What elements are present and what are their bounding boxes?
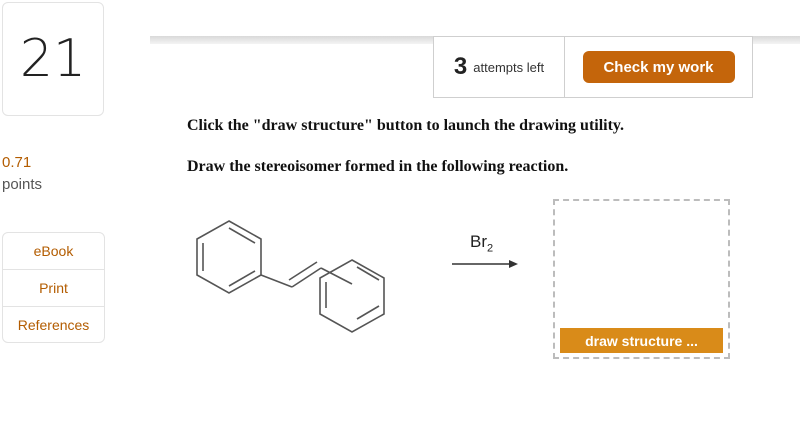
instruction-draw: Draw the stereoisomer formed in the foll… [187, 158, 569, 175]
right-benzene-ring [319, 259, 385, 333]
print-link[interactable]: Print [3, 270, 104, 307]
stilbene-structure [196, 220, 385, 333]
ebook-link[interactable]: eBook [3, 233, 104, 270]
double-bond [291, 267, 322, 288]
points-value: 0.71 [2, 154, 32, 171]
attempts-panel: 3 attempts left [433, 36, 565, 98]
left-benzene-ring [196, 220, 262, 294]
attempts-label: attempts left [473, 59, 545, 75]
bond [260, 274, 293, 288]
right-arrow-icon [452, 260, 518, 268]
instruction-launch: Click the "draw structure" button to lau… [187, 117, 625, 134]
question-number: 21 [2, 2, 104, 116]
check-panel: Check my work [565, 36, 753, 98]
resource-links: eBook Print References [2, 232, 105, 343]
attempts-count: 3 [453, 53, 468, 80]
draw-structure-button[interactable]: draw structure ... [560, 328, 723, 353]
references-link[interactable]: References [3, 307, 104, 343]
points-label: points [2, 176, 43, 193]
reagent-label: Br2 [470, 232, 494, 255]
check-my-work-button[interactable]: Check my work [582, 51, 735, 83]
bond [320, 267, 353, 285]
